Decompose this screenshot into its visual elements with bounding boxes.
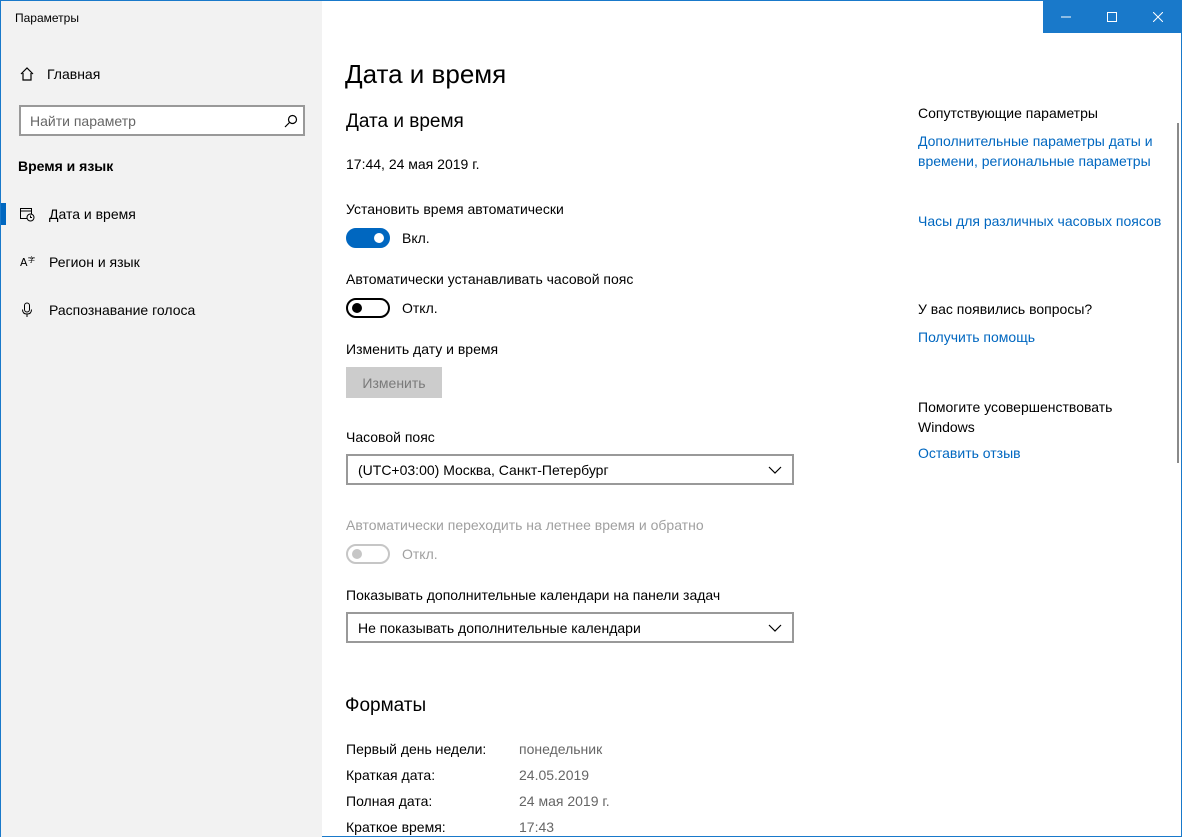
close-button[interactable]	[1135, 1, 1181, 33]
minimize-icon	[1061, 16, 1071, 18]
language-icon: A字	[19, 254, 35, 270]
format-key: Краткое время:	[346, 819, 446, 835]
window-controls	[1043, 1, 1181, 33]
sidebar-section-title: Время и язык	[18, 158, 114, 174]
maximize-icon	[1107, 12, 1117, 22]
search-box[interactable]	[19, 105, 305, 136]
auto-timezone-state: Откл.	[402, 300, 438, 316]
current-datetime: 17:44, 24 мая 2019 г.	[346, 156, 480, 172]
home-icon	[19, 66, 35, 82]
page-title: Дата и время	[345, 59, 507, 89]
improve-heading: Помогите усовершенствовать Windows	[918, 399, 1113, 435]
search-icon[interactable]	[279, 114, 303, 128]
auto-timezone-toggle[interactable]	[346, 298, 390, 318]
calendar-clock-icon	[19, 206, 35, 222]
auto-time-label: Установить время автоматически	[346, 201, 564, 217]
formats-title: Форматы	[345, 695, 427, 716]
sidebar: Параметры Главная Время и язык Дата и вр…	[1, 1, 322, 837]
clocks-link[interactable]: Часы для различных часовых поясов	[918, 211, 1168, 231]
format-row: Полная дата: 24 мая 2019 г.	[346, 793, 610, 809]
dst-state: Откл.	[402, 546, 438, 562]
format-value: 17:43	[519, 819, 555, 835]
dst-toggle-row: Откл.	[346, 544, 438, 564]
nav-home-label: Главная	[47, 66, 101, 82]
maximize-button[interactable]	[1089, 1, 1135, 33]
format-value: понедельник	[519, 741, 603, 757]
scrollbar[interactable]	[1177, 33, 1179, 833]
sidebar-item-label: Дата и время	[49, 206, 136, 222]
calendars-select[interactable]: Не показывать дополнительные календари	[346, 612, 794, 643]
timezone-label: Часовой пояс	[346, 429, 435, 445]
dst-label: Автоматически переходить на летнее время…	[346, 517, 704, 533]
format-key: Первый день недели:	[346, 741, 487, 757]
feedback-link[interactable]: Оставить отзыв	[918, 443, 1168, 463]
calendars-label: Показывать дополнительные календари на п…	[346, 587, 721, 603]
calendars-value: Не показывать дополнительные календари	[358, 619, 641, 636]
close-icon	[1153, 12, 1163, 22]
timezone-select[interactable]: (UTC+03:00) Москва, Санкт-Петербург	[346, 454, 794, 485]
format-value: 24 мая 2019 г.	[519, 793, 610, 809]
related-settings-heading: Сопутствующие параметры	[918, 105, 1098, 121]
search-input[interactable]	[21, 112, 279, 129]
format-key: Краткая дата:	[346, 767, 436, 783]
change-datetime-label: Изменить дату и время	[346, 341, 499, 357]
get-help-link[interactable]: Получить помощь	[918, 327, 1168, 347]
sidebar-item-label: Регион и язык	[49, 254, 140, 270]
app-title: Параметры	[15, 11, 79, 25]
svg-text:A: A	[20, 256, 28, 269]
chevron-down-icon	[768, 463, 782, 477]
section-subtitle: Дата и время	[346, 111, 464, 132]
change-datetime-button[interactable]: Изменить	[346, 367, 442, 398]
dst-toggle	[346, 544, 390, 564]
sidebar-item-label: Распознавание голоса	[49, 302, 196, 318]
format-row: Первый день недели: понедельник	[346, 741, 602, 757]
auto-time-toggle[interactable]	[346, 228, 390, 248]
sidebar-item-speech[interactable]: Распознавание голоса	[1, 291, 322, 329]
auto-timezone-toggle-row[interactable]: Откл.	[346, 298, 438, 318]
format-row: Краткое время: 17:43	[346, 819, 554, 835]
main-panel: Дата и время Дата и время 17:44, 24 мая …	[322, 1, 1181, 837]
svg-text:字: 字	[28, 255, 35, 264]
format-key: Полная дата:	[346, 793, 433, 809]
scrollbar-thumb[interactable]	[1177, 123, 1179, 463]
nav-home[interactable]: Главная	[19, 63, 100, 85]
timezone-value: (UTC+03:00) Москва, Санкт-Петербург	[358, 461, 609, 478]
sidebar-item-date-time[interactable]: Дата и время	[1, 195, 322, 233]
auto-time-toggle-row[interactable]: Вкл.	[346, 228, 430, 248]
questions-heading: У вас появились вопросы?	[918, 301, 1093, 317]
minimize-button[interactable]	[1043, 1, 1089, 33]
chevron-down-icon	[768, 621, 782, 635]
microphone-icon	[19, 302, 35, 318]
format-value: 24.05.2019	[519, 767, 590, 783]
format-row: Краткая дата: 24.05.2019	[346, 767, 589, 783]
sidebar-item-region-language[interactable]: A字 Регион и язык	[1, 243, 322, 281]
additional-datetime-link[interactable]: Дополнительные параметры даты и времени,…	[918, 131, 1168, 171]
auto-timezone-label: Автоматически устанавливать часовой пояс	[346, 271, 634, 287]
auto-time-state: Вкл.	[402, 230, 430, 246]
